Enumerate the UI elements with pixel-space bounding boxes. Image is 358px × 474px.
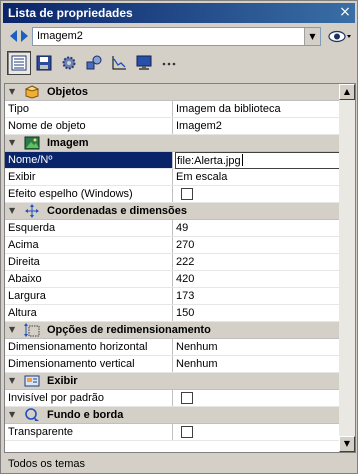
category-label: Fundo e borda: [47, 409, 124, 421]
property-row[interactable]: Abaixo 420: [5, 271, 341, 288]
property-value[interactable]: Nenhum: [175, 339, 341, 355]
property-name: Nome de objeto: [5, 118, 173, 134]
property-row[interactable]: Acima 270: [5, 237, 341, 254]
property-value[interactable]: Imagem2: [175, 118, 341, 134]
vertical-scrollbar[interactable]: ▲ ▼: [339, 84, 355, 452]
object-select-value: Imagem2: [37, 30, 83, 42]
property-name: Efeito espelho (Windows): [5, 186, 173, 202]
close-button[interactable]: ×: [338, 5, 352, 20]
category-label: Opções de redimensionamento: [47, 324, 211, 336]
property-value[interactable]: 49: [175, 220, 341, 236]
eye-icon[interactable]: [327, 28, 353, 45]
category-redimensionamento[interactable]: ▼ Opções de redimensionamento: [5, 322, 341, 339]
property-name: Acima: [5, 237, 173, 253]
property-row[interactable]: Direita 222: [5, 254, 341, 271]
property-value[interactable]: Em escala: [175, 169, 341, 185]
properties-window: Lista de propriedades × Imagem2 ▼ ▼ Obje…: [0, 0, 358, 474]
property-value[interactable]: 420: [175, 271, 341, 287]
collapse-icon[interactable]: ▼: [9, 376, 15, 385]
scroll-up-icon[interactable]: ▲: [339, 84, 355, 100]
object-select[interactable]: Imagem2 ▼: [32, 27, 321, 46]
status-text: Todos os temas: [8, 458, 86, 470]
category-fundo-borda[interactable]: ▼ Fundo e borda: [5, 407, 341, 424]
property-value[interactable]: 270: [175, 237, 341, 253]
property-row[interactable]: Tipo Imagem da biblioteca: [5, 101, 341, 118]
property-name: Transparente: [5, 424, 173, 440]
property-row[interactable]: Exibir Em escala: [5, 169, 341, 186]
property-value[interactable]: 173: [175, 288, 341, 304]
image-icon: [24, 136, 40, 150]
property-value-text: file:Alerta.jpg: [177, 155, 241, 167]
property-name: Invisível por padrão: [5, 390, 173, 406]
category-label: Exibir: [47, 375, 78, 387]
object-selector-row: Imagem2 ▼: [3, 26, 355, 48]
property-name: Exibir: [5, 169, 173, 185]
move-arrows-icon: [24, 204, 40, 218]
category-label: Coordenadas e dimensões: [47, 205, 187, 217]
display-icon: [24, 374, 40, 388]
property-name: Largura: [5, 288, 173, 304]
property-name: Direita: [5, 254, 173, 270]
category-coordenadas[interactable]: ▼ Coordenadas e dimensões: [5, 203, 341, 220]
property-row[interactable]: Dimensionamento vertical Nenhum: [5, 356, 341, 373]
property-name: Nome/Nº: [5, 152, 173, 168]
toolbar: [5, 51, 355, 77]
property-row[interactable]: Largura 173: [5, 288, 341, 305]
paint-bucket-icon: [24, 408, 40, 422]
chevron-down-icon[interactable]: ▼: [304, 28, 320, 45]
collapse-icon[interactable]: ▼: [9, 87, 15, 96]
chart-icon[interactable]: [107, 51, 131, 75]
list-icon[interactable]: [7, 51, 31, 75]
nav-arrows-icon[interactable]: [9, 28, 29, 44]
property-value[interactable]: 150: [175, 305, 341, 321]
status-bar: Todos os temas: [4, 456, 356, 472]
property-value: Imagem da biblioteca: [176, 103, 281, 115]
collapse-icon[interactable]: ▼: [9, 325, 15, 334]
property-row[interactable]: Efeito espelho (Windows): [5, 186, 341, 203]
property-name: Abaixo: [5, 271, 173, 287]
collapse-icon[interactable]: ▼: [9, 138, 15, 147]
property-grid: ▼ Objetos Tipo Imagem da biblioteca Nome…: [4, 83, 356, 453]
property-name: Dimensionamento horizontal: [5, 339, 173, 355]
property-row-selected[interactable]: Nome/Nº file:Alerta.jpg: [5, 152, 341, 169]
text-cursor: [241, 154, 243, 166]
floppy-icon[interactable]: [32, 51, 56, 75]
resize-icon: [24, 323, 40, 337]
property-value: [175, 390, 341, 406]
category-imagem[interactable]: ▼ Imagem: [5, 135, 341, 152]
property-row[interactable]: Invisível por padrão: [5, 390, 341, 407]
checkbox[interactable]: [181, 426, 193, 438]
collapse-icon[interactable]: ▼: [9, 206, 15, 215]
category-exibir[interactable]: ▼ Exibir: [5, 373, 341, 390]
collapse-icon[interactable]: ▼: [9, 410, 15, 419]
more-icon[interactable]: [157, 51, 181, 75]
property-value[interactable]: Nenhum: [175, 356, 341, 372]
property-row[interactable]: Esquerda 49: [5, 220, 341, 237]
property-value[interactable]: 222: [175, 254, 341, 270]
monitor-icon[interactable]: [132, 51, 156, 75]
property-row[interactable]: Altura 150: [5, 305, 341, 322]
title-bar[interactable]: Lista de propriedades ×: [3, 3, 355, 23]
category-label: Imagem: [47, 137, 89, 149]
cube-icon: [24, 85, 40, 99]
property-row[interactable]: Dimensionamento horizontal Nenhum: [5, 339, 341, 356]
property-name: Esquerda: [5, 220, 173, 236]
checkbox[interactable]: [181, 392, 193, 404]
window-title: Lista de propriedades: [8, 6, 133, 20]
shapes-icon[interactable]: [82, 51, 106, 75]
property-name: Altura: [5, 305, 173, 321]
category-label: Objetos: [47, 86, 88, 98]
gear-icon[interactable]: [57, 51, 81, 75]
property-value-editor[interactable]: file:Alerta.jpg: [175, 152, 341, 169]
category-objetos[interactable]: ▼ Objetos: [5, 84, 341, 101]
property-name: Tipo: [5, 101, 173, 117]
property-value: [175, 424, 341, 440]
property-name: Dimensionamento vertical: [5, 356, 173, 372]
property-value: [175, 186, 341, 202]
scroll-down-icon[interactable]: ▼: [339, 436, 355, 452]
property-rows: ▼ Objetos Tipo Imagem da biblioteca Nome…: [5, 84, 341, 441]
checkbox[interactable]: [181, 188, 193, 200]
property-row[interactable]: Nome de objeto Imagem2: [5, 118, 341, 135]
property-row[interactable]: Transparente: [5, 424, 341, 441]
